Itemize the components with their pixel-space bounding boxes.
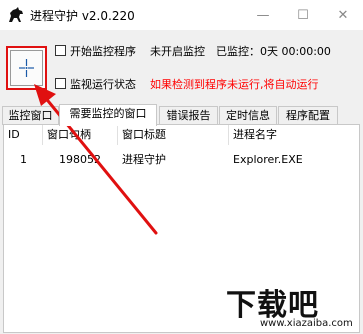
tab-settings[interactable]: 程序配置 (278, 106, 338, 125)
column-header-process[interactable]: 进程名字 (229, 125, 359, 145)
column-header-handle[interactable]: 窗口句柄 (43, 125, 118, 145)
tab-monitor-window[interactable]: 监控窗口 (2, 106, 59, 125)
title-bar: 进程守护 v2.0.220 — ☐ ✕ (0, 0, 363, 30)
horse-logo-icon (9, 7, 23, 22)
monitor-status-text: 未开启监控 (150, 45, 205, 58)
row-title: 进程守护 (122, 153, 166, 166)
row-process: Explorer.EXE (233, 153, 303, 166)
window-picker-crosshair[interactable] (6, 46, 47, 90)
start-monitor-checkbox[interactable] (55, 45, 66, 56)
tab-error-report[interactable]: 错误报告 (159, 106, 218, 125)
list-header: ID 窗口句柄 窗口标题 进程名字 (4, 125, 359, 145)
start-monitor-label[interactable]: 开始监控程序 (70, 43, 136, 59)
monitored-duration: 已监控：0天 00:00:00 (216, 45, 331, 58)
window-title: 进程守护 v2.0.220 (30, 9, 135, 23)
crosshair-icon (19, 59, 34, 77)
maximize-button[interactable]: ☐ (283, 0, 323, 30)
row-id: 1 (20, 153, 27, 166)
auto-run-hint: 如果检测到程序未运行,将自动运行 (150, 78, 319, 91)
tab-bar: 监控窗口 需要监控的窗口 错误报告 定时信息 程序配置 (0, 104, 363, 126)
monitor-running-label[interactable]: 监视运行状态 (70, 76, 136, 92)
tab-windows-to-monitor[interactable]: 需要监控的窗口 (59, 104, 157, 126)
close-button[interactable]: ✕ (323, 0, 363, 30)
watermark-url: www.xiazaiba.com (260, 318, 353, 329)
tab-timer-info[interactable]: 定时信息 (219, 106, 277, 125)
minimize-button[interactable]: — (243, 0, 283, 30)
column-header-id[interactable]: ID (4, 125, 43, 145)
row-handle: 198052 (59, 153, 101, 166)
watermark-logo: 下载吧 www.xiazaiba.com (226, 280, 360, 330)
monitor-running-checkbox[interactable] (55, 78, 66, 89)
column-header-title[interactable]: 窗口标题 (118, 125, 229, 145)
